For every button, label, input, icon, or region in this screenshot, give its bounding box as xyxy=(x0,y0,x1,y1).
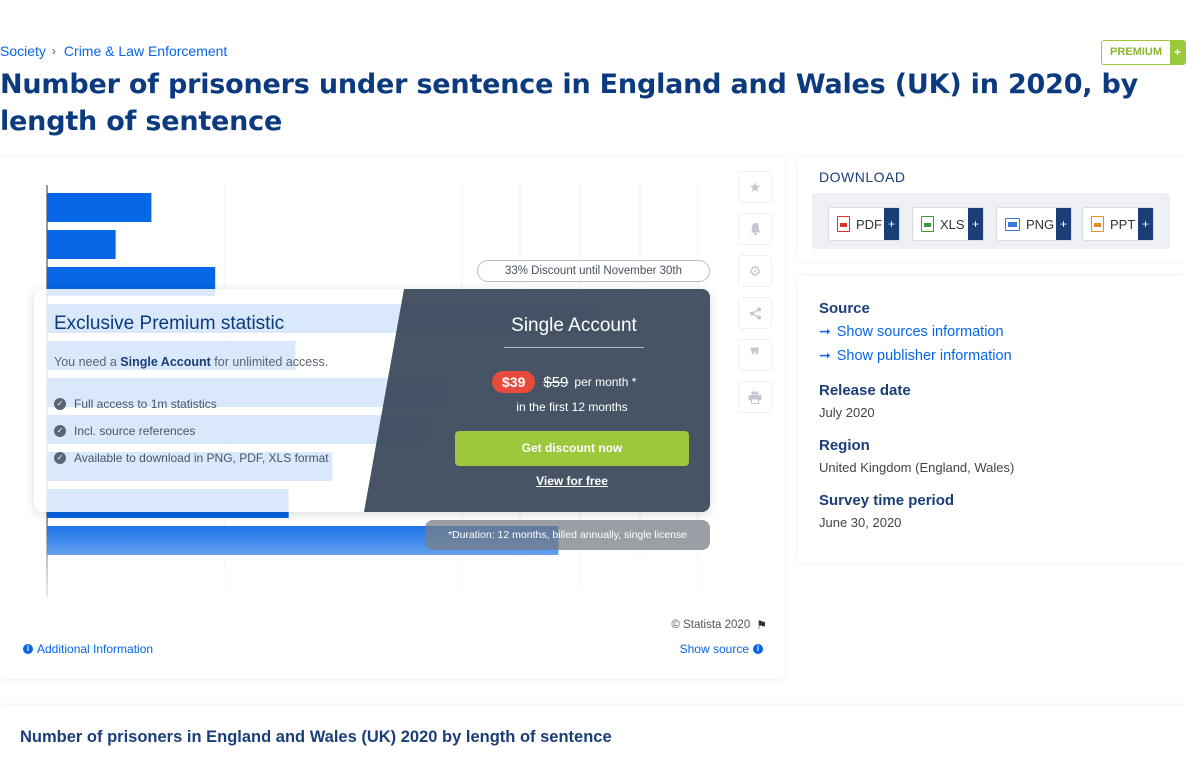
print-icon xyxy=(748,391,762,404)
page: Society › Crime & Law Enforcement PREMIU… xyxy=(0,0,1186,760)
additional-information-link[interactable]: i Additional Information xyxy=(19,642,153,656)
arrow-right-icon: ➞ xyxy=(819,323,831,339)
price-old: $59 xyxy=(543,373,569,391)
flag-icon[interactable]: ⚑ xyxy=(756,618,767,632)
png-icon xyxy=(1005,217,1020,231)
breadcrumb: Society › Crime & Law Enforcement xyxy=(0,43,227,59)
description-card: Number of prisoners in England and Wales… xyxy=(0,706,1186,760)
xls-icon xyxy=(921,216,934,232)
survey-value: June 30, 2020 xyxy=(819,515,902,530)
region-value: United Kingdom (England, Wales) xyxy=(819,460,1015,475)
page-title: Number of prisoners under sentence in En… xyxy=(0,69,1139,137)
share-button[interactable] xyxy=(738,297,772,329)
single-account-title: Single Account xyxy=(504,315,644,348)
source-heading: Source xyxy=(819,300,870,317)
copyright: © Statista 2020 ⚑ xyxy=(671,618,767,632)
check-icon: ✓ xyxy=(54,398,66,410)
share-icon xyxy=(749,307,761,319)
premium-label: PREMIUM xyxy=(1102,41,1170,64)
show-source-link[interactable]: Show source i xyxy=(680,642,767,656)
description-title: Number of prisoners in England and Wales… xyxy=(20,728,612,746)
info-icon: i xyxy=(23,644,33,654)
price-new: $39 xyxy=(492,371,536,393)
settings-button[interactable]: ⚙ xyxy=(738,255,772,287)
download-png-button[interactable]: PNG + xyxy=(996,207,1072,241)
cite-button[interactable]: ❞ xyxy=(738,339,772,371)
discount-pill: 33% Discount until November 30th xyxy=(477,260,710,282)
check-icon: ✓ xyxy=(54,425,66,437)
info-icon: i xyxy=(753,644,763,654)
get-discount-button[interactable]: Get discount now xyxy=(455,431,689,466)
quote-icon: ❞ xyxy=(750,344,760,365)
pdf-icon xyxy=(837,216,850,232)
price-row: $39 $59 per month * xyxy=(492,371,636,393)
breadcrumb-society[interactable]: Society xyxy=(0,43,46,59)
premium-overlay: Exclusive Premium statistic You need a S… xyxy=(34,289,710,512)
release-heading: Release date xyxy=(819,382,911,399)
download-ppt-button[interactable]: PPT + xyxy=(1082,207,1154,241)
star-icon: ★ xyxy=(748,178,762,195)
breadcrumb-crime[interactable]: Crime & Law Enforcement xyxy=(64,43,227,59)
bell-icon xyxy=(750,223,760,236)
duration-note: *Duration: 12 months, billed annually, s… xyxy=(425,520,710,550)
overlay-feature: ✓ Available to download in PNG, PDF, XLS … xyxy=(54,451,329,465)
print-button[interactable] xyxy=(738,381,772,413)
premium-plus-icon: + xyxy=(1170,41,1185,64)
download-xls-button[interactable]: XLS + xyxy=(912,207,984,241)
arrow-right-icon: ➞ xyxy=(819,347,831,363)
price-first-months: in the first 12 months xyxy=(516,400,628,414)
gear-icon: ⚙ xyxy=(748,262,762,279)
download-row: PDF + XLS + PNG + PPT + xyxy=(812,193,1170,249)
statistic-meta-card: Source ➞ Show sources information ➞ Show… xyxy=(798,276,1186,563)
breadcrumb-separator: › xyxy=(51,44,56,58)
region-heading: Region xyxy=(819,437,870,454)
overlay-feature: ✓ Incl. source references xyxy=(54,424,195,438)
download-pdf-button[interactable]: PDF + xyxy=(828,207,900,241)
per-month: per month * xyxy=(574,375,637,389)
bar[interactable] xyxy=(47,230,116,259)
bar[interactable] xyxy=(47,193,152,222)
chart-card: ★ ⚙ ❞ 33% Discount until November 30th E… xyxy=(0,157,785,679)
overlay-feature: ✓ Full access to 1m statistics xyxy=(54,397,217,411)
survey-heading: Survey time period xyxy=(819,492,955,509)
release-value: July 2020 xyxy=(819,405,875,420)
show-publisher-link[interactable]: ➞ Show publisher information xyxy=(819,347,1012,364)
ppt-icon xyxy=(1091,216,1104,232)
chart-tools: ★ ⚙ ❞ xyxy=(738,171,772,423)
download-card: DOWNLOAD PDF + XLS + PNG + PPT + xyxy=(798,157,1186,261)
premium-badge[interactable]: PREMIUM + xyxy=(1101,40,1186,65)
show-sources-link[interactable]: ➞ Show sources information xyxy=(819,323,1004,340)
check-icon: ✓ xyxy=(54,452,66,464)
overlay-need-text: You need a Single Account for unlimited … xyxy=(54,355,329,369)
view-for-free-link[interactable]: View for free xyxy=(454,474,690,488)
favorite-button[interactable]: ★ xyxy=(738,171,772,203)
download-title: DOWNLOAD xyxy=(819,169,906,185)
overlay-title: Exclusive Premium statistic xyxy=(54,313,285,334)
notify-button[interactable] xyxy=(738,213,772,245)
